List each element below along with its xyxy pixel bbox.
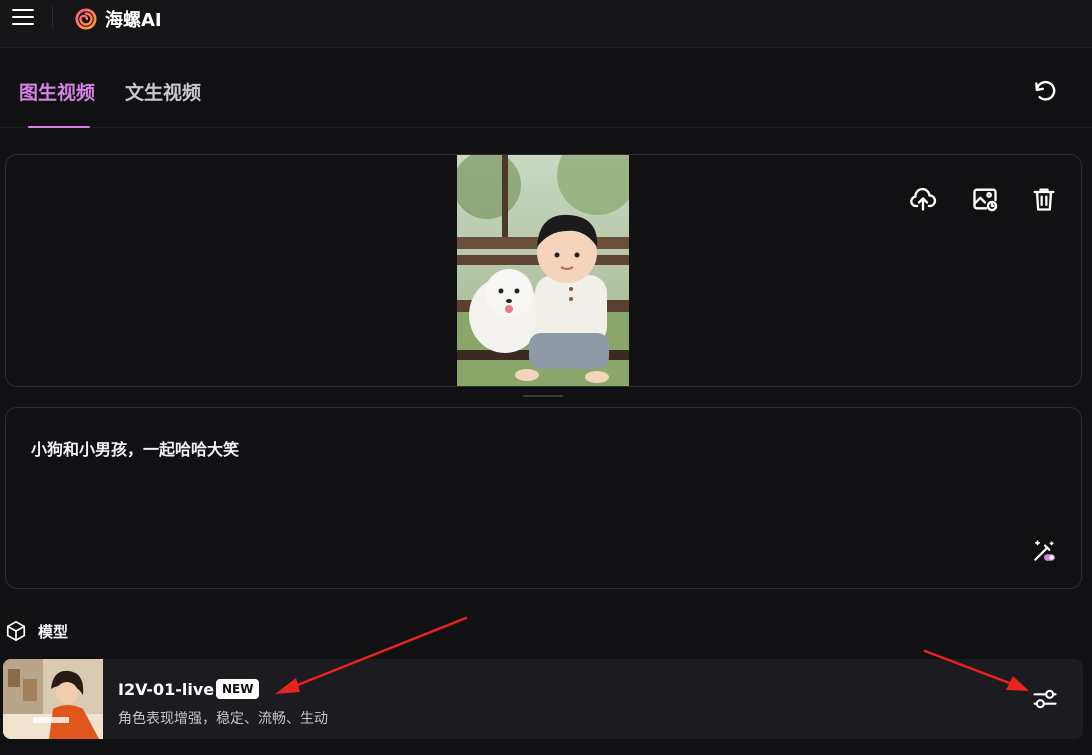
magic-wand-icon[interactable] bbox=[1031, 538, 1057, 564]
mode-tabs: 图生视频 文生视频 bbox=[0, 48, 1092, 128]
image-upload-panel[interactable] bbox=[5, 154, 1082, 387]
prompt-input-panel[interactable]: 小狗和小男孩，一起哈哈大笑 bbox=[5, 407, 1082, 589]
model-name: I2V-01-live bbox=[118, 680, 215, 699]
model-section-label: 模型 bbox=[38, 622, 69, 641]
app-logo[interactable]: 海螺AI bbox=[75, 6, 162, 32]
prompt-input[interactable]: 小狗和小男孩，一起哈哈大笑 bbox=[31, 436, 239, 460]
top-bar: 海螺AI bbox=[0, 0, 1092, 48]
divider bbox=[52, 6, 53, 28]
hailuo-spiral-logo-icon bbox=[75, 8, 97, 30]
model-card-selected[interactable]: I2V-01-live NEW 角色表现增强，稳定、流畅、生动 bbox=[3, 659, 1083, 739]
uploaded-image bbox=[457, 155, 629, 386]
sliders-settings-icon[interactable] bbox=[1031, 685, 1059, 713]
tab-image-to-video[interactable]: 图生视频 bbox=[19, 78, 95, 105]
resize-handle[interactable] bbox=[523, 395, 563, 397]
new-badge: NEW bbox=[216, 679, 260, 699]
model-description: 角色表现增强，稳定、流畅、生动 bbox=[118, 711, 328, 727]
refresh-icon[interactable] bbox=[1032, 78, 1058, 104]
app-name: 海螺AI bbox=[105, 10, 162, 31]
model-section-header: 模型 bbox=[5, 620, 68, 642]
hamburger-menu-icon[interactable] bbox=[12, 9, 34, 27]
tab-text-to-video[interactable]: 文生视频 bbox=[125, 78, 201, 105]
upload-icon[interactable] bbox=[909, 185, 937, 213]
trash-icon[interactable] bbox=[1030, 185, 1058, 213]
model-thumbnail bbox=[3, 659, 103, 739]
active-tab-indicator bbox=[28, 126, 90, 128]
cube-icon bbox=[6, 621, 26, 641]
image-history-icon[interactable] bbox=[971, 185, 999, 213]
